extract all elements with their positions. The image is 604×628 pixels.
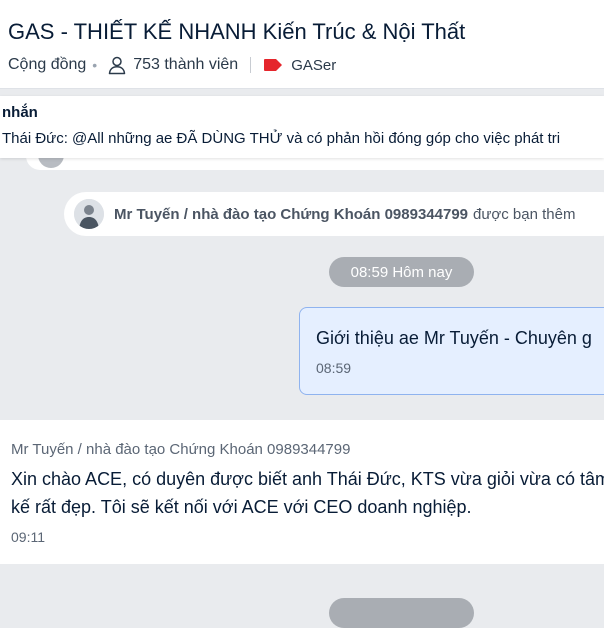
person-icon [108,56,126,75]
member-added-notice: Mr Tuyến / nhà đào tạo Chứng Khoán 09893… [64,192,604,236]
group-header: GAS - THIẾT KẾ NHANH Kiến Trúc & Nội Thấ… [0,0,604,89]
message-time: 08:59 [316,360,352,376]
own-message-bubble[interactable]: Giới thiệu ae Mr Tuyến - Chuyên g 08:59 [299,307,604,395]
meta-divider [250,57,252,73]
avatar[interactable] [74,199,104,229]
message-text-line: Xin chào ACE, có duyên được biết anh Thá… [11,469,604,489]
message-text: Giới thiệu ae Mr Tuyến - Chuyên g [316,328,592,348]
avatar-person-icon [74,199,104,229]
tag-label[interactable]: GASer [291,57,336,74]
member-count[interactable]: 753 thành viên [133,56,238,74]
notice-action-text: được bạn thêm [473,205,576,223]
group-meta: Cộng đồng • 753 thành viên GASer [8,54,336,76]
message-text-line: kế rất đẹp. Tôi sẽ kết nối với ACE với C… [11,497,472,517]
community-label: Cộng đồng [8,56,87,73]
time-separator: 08:59 Hôm nay [329,257,474,287]
pinned-text: Thái Đức: @All những ae ĐÃ DÙNG THỬ và c… [2,130,561,147]
notice-member-name[interactable]: Mr Tuyến / nhà đào tạo Chứng Khoán 09893… [114,206,468,223]
incoming-message[interactable]: Mr Tuyến / nhà đào tạo Chứng Khoán 09893… [0,420,604,564]
pinned-title: nhắn [2,104,38,121]
label-tag-icon[interactable] [263,58,283,72]
message-time: 09:11 [11,529,45,545]
sender-name[interactable]: Mr Tuyến / nhà đào tạo Chứng Khoán 09893… [11,441,350,458]
group-title[interactable]: GAS - THIẾT KẾ NHANH Kiến Trúc & Nội Thấ… [8,19,465,45]
separator-dot: • [92,57,98,73]
pinned-message[interactable]: nhắn Thái Đức: @All những ae ĐÃ DÙNG THỬ… [0,96,604,158]
